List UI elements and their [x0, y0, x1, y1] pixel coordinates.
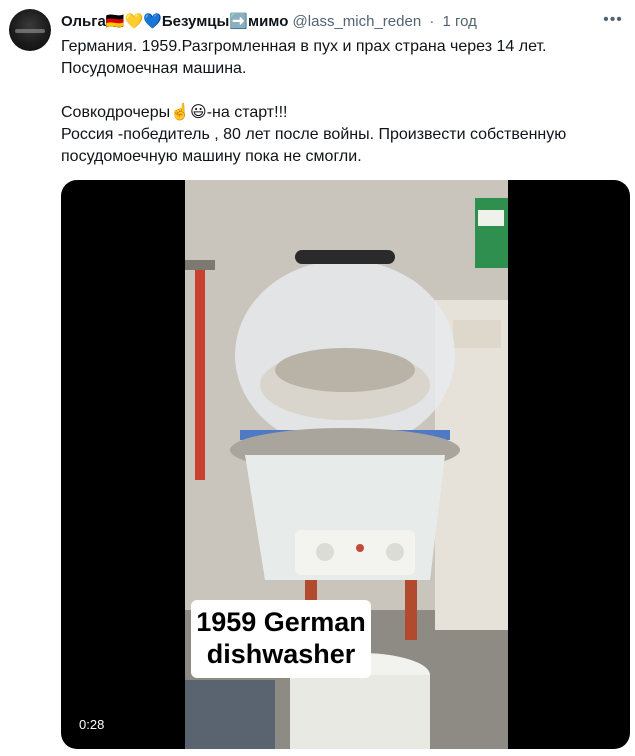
video-frame[interactable]: 1959 German dishwasher — [185, 180, 508, 749]
author-handle[interactable]: @lass_mich_reden — [293, 13, 422, 30]
tweet-timestamp[interactable]: 1 год — [443, 13, 477, 30]
tweet-text-line: Германия. 1959.Разгромленная в пух и пра… — [61, 38, 547, 55]
caption-line: dishwasher — [206, 639, 356, 669]
video-caption: 1959 German dishwasher — [191, 600, 371, 678]
video-duration-badge: 0:28 — [73, 715, 111, 735]
tweet-text-line: Совкодрочеры☝️😃-на старт!!! — [61, 104, 288, 121]
author-avatar[interactable] — [9, 9, 51, 51]
tweet-text-line: Посудомоечная машина. — [61, 60, 247, 77]
video-player[interactable]: 1959 German dishwasher 0:28 — [61, 180, 630, 749]
more-icon[interactable]: ••• — [603, 12, 623, 32]
tweet-header: Ольга🇩🇪💛💙Безумцы➡️мимо @lass_mich_reden … — [61, 12, 595, 32]
tweet-text-line: посудомоечную машину пока не смогли. — [61, 148, 362, 165]
avatar-label-decoration — [15, 29, 45, 33]
tweet-text-line: Россия -победитель , 80 лет после войны.… — [61, 126, 567, 143]
tweet-text: Германия. 1959.Разгромленная в пух и пра… — [61, 36, 621, 168]
header-separator: · — [429, 13, 435, 30]
author-name[interactable]: Ольга🇩🇪💛💙Безумцы➡️мимо — [61, 13, 288, 30]
caption-line: 1959 German — [196, 607, 366, 637]
